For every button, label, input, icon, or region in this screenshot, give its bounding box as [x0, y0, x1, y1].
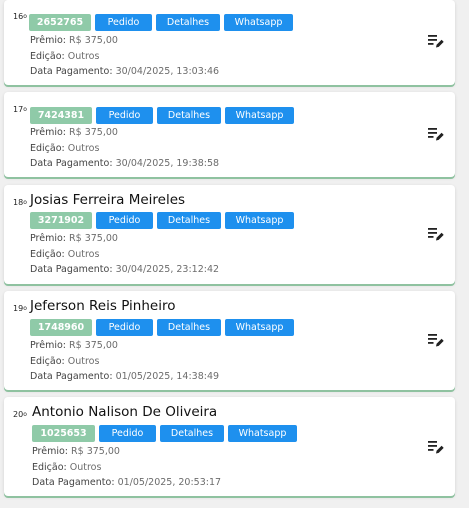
info-block: Prêmio: R$ 375,00 Edição: Outros Data Pa…	[32, 444, 221, 491]
premio-value: R$ 375,00	[69, 127, 118, 138]
whatsapp-button[interactable]: Whatsapp	[224, 14, 293, 31]
winners-list: 16o 2652765 Pedido Detalhes Whatsapp Prê…	[0, 0, 469, 508]
data-pagamento-value: 01/05/2025, 14:38:49	[115, 371, 220, 383]
premio-row: Prêmio: R$ 375,00	[30, 233, 118, 244]
edit-list-icon[interactable]	[428, 34, 444, 48]
premio-value: R$ 375,00	[69, 35, 118, 46]
pedido-button[interactable]: Pedido	[95, 14, 152, 31]
winner-card: 19o Jeferson Reis Pinheiro 1748960 Pedid…	[4, 291, 455, 390]
edicao-row: Edição: Outros	[30, 50, 100, 62]
premio-value: R$ 375,00	[71, 446, 120, 457]
rank-label: 17o	[13, 105, 27, 114]
edicao-value: Outros	[67, 142, 100, 154]
detalhes-button[interactable]: Detalhes	[157, 319, 221, 336]
winner-name: Jeferson Reis Pinheiro	[30, 298, 176, 314]
edit-list-icon[interactable]	[428, 127, 444, 141]
order-code-badge: 2652765	[29, 14, 91, 31]
winner-card: 20o Antonio Nalison De Oliveira 1025653 …	[4, 397, 455, 496]
whatsapp-button[interactable]: Whatsapp	[225, 319, 294, 336]
whatsapp-button[interactable]: Whatsapp	[225, 107, 294, 124]
edit-list-icon[interactable]	[428, 440, 444, 454]
detalhes-button[interactable]: Detalhes	[157, 107, 221, 124]
data-pagamento-row: Data Pagamento: 01/05/2025, 20:53:17	[32, 477, 222, 489]
whatsapp-button[interactable]: Whatsapp	[228, 425, 297, 442]
rank-label: 18o	[13, 198, 27, 207]
info-block: Prêmio: R$ 375,00 Edição: Outros Data Pa…	[30, 125, 219, 172]
info-block: Prêmio: R$ 375,00 Edição: Outros Data Pa…	[30, 338, 219, 385]
data-pagamento-value: 30/04/2025, 19:38:58	[115, 158, 220, 170]
winner-name: Josias Ferreira Meireles	[30, 192, 186, 208]
edicao-value: Outros	[67, 248, 100, 260]
edicao-row: Edição: Outros	[30, 248, 100, 260]
edicao-row: Edição: Outros	[30, 142, 100, 154]
edicao-value: Outros	[67, 50, 100, 62]
premio-row: Prêmio: R$ 375,00	[32, 446, 120, 457]
premio-row: Prêmio: R$ 375,00	[30, 340, 118, 351]
pedido-button[interactable]: Pedido	[99, 425, 156, 442]
order-code-badge: 1748960	[30, 319, 92, 336]
premio-value: R$ 375,00	[69, 233, 118, 244]
data-pagamento-row: Data Pagamento: 30/04/2025, 19:38:58	[30, 158, 220, 170]
winner-card: 18o Josias Ferreira Meireles 3271902 Ped…	[4, 185, 455, 284]
edicao-row: Edição: Outros	[32, 461, 102, 473]
data-pagamento-row: Data Pagamento: 01/05/2025, 14:38:49	[30, 371, 220, 383]
detalhes-button[interactable]: Detalhes	[156, 14, 220, 31]
detalhes-button[interactable]: Detalhes	[157, 212, 221, 229]
edicao-row: Edição: Outros	[30, 355, 100, 367]
premio-value: R$ 375,00	[69, 340, 118, 351]
edicao-value: Outros	[69, 461, 102, 473]
data-pagamento-value: 30/04/2025, 23:12:42	[115, 264, 220, 276]
detalhes-button[interactable]: Detalhes	[160, 425, 224, 442]
info-block: Prêmio: R$ 375,00 Edição: Outros Data Pa…	[30, 231, 219, 278]
rank-label: 16o	[13, 12, 27, 21]
winner-card: 17o 7424381 Pedido Detalhes Whatsapp Prê…	[4, 92, 455, 177]
order-code-badge: 7424381	[30, 107, 92, 124]
whatsapp-button[interactable]: Whatsapp	[225, 212, 294, 229]
edicao-value: Outros	[67, 355, 100, 367]
pedido-button[interactable]: Pedido	[96, 107, 153, 124]
info-block: Prêmio: R$ 375,00 Edição: Outros Data Pa…	[30, 33, 219, 80]
premio-row: Prêmio: R$ 375,00	[30, 127, 118, 138]
rank-label: 19o	[13, 304, 27, 313]
order-code-badge: 3271902	[30, 212, 92, 229]
rank-label: 20o	[13, 410, 27, 419]
data-pagamento-value: 30/04/2025, 13:03:46	[115, 66, 220, 78]
pedido-button[interactable]: Pedido	[96, 319, 153, 336]
premio-row: Prêmio: R$ 375,00	[30, 35, 118, 46]
pedido-button[interactable]: Pedido	[96, 212, 153, 229]
order-code-badge: 1025653	[32, 425, 95, 442]
data-pagamento-row: Data Pagamento: 30/04/2025, 23:12:42	[30, 264, 220, 276]
edit-list-icon[interactable]	[428, 333, 444, 347]
data-pagamento-row: Data Pagamento: 30/04/2025, 13:03:46	[30, 66, 220, 78]
edit-list-icon[interactable]	[428, 227, 444, 241]
data-pagamento-value: 01/05/2025, 20:53:17	[117, 477, 222, 489]
winner-card: 16o 2652765 Pedido Detalhes Whatsapp Prê…	[4, 0, 455, 85]
winner-name: Antonio Nalison De Oliveira	[32, 404, 218, 420]
